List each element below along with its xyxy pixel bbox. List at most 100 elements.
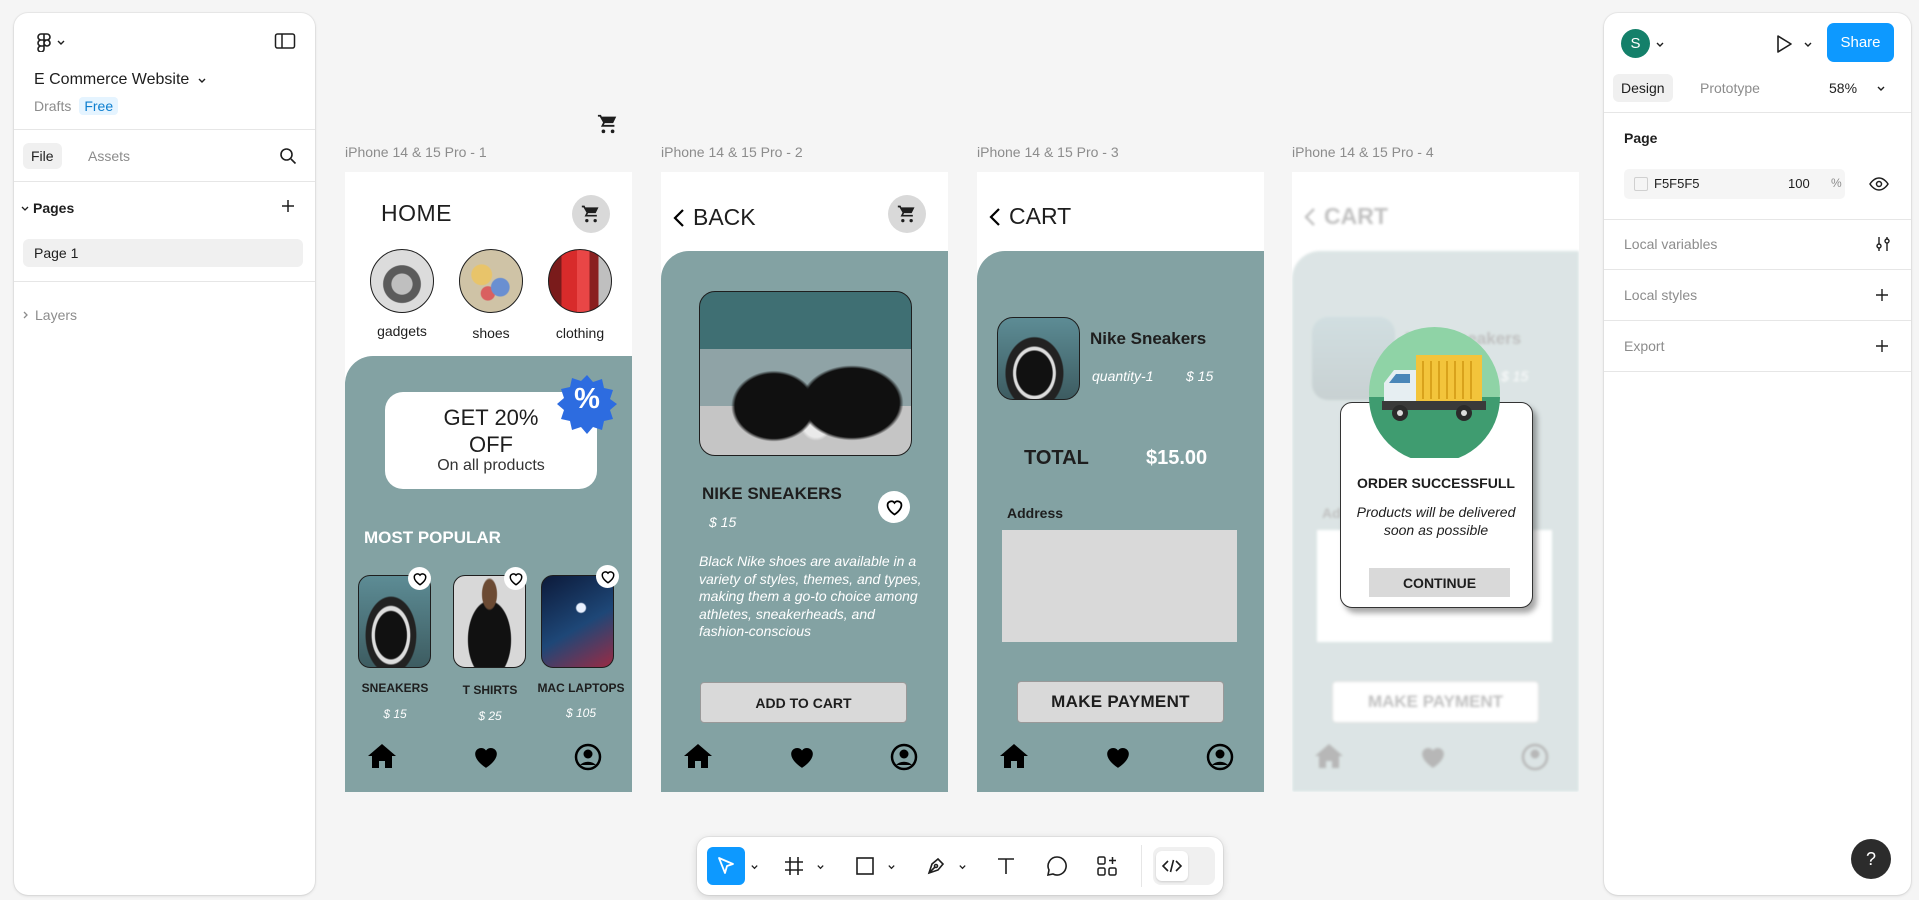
tab-file[interactable]: File [23,143,62,169]
frame-label[interactable]: iPhone 14 & 15 Pro - 1 [345,144,487,160]
pages-header: Pages [33,200,75,216]
home-nav-icon[interactable] [999,743,1029,769]
present-options-dropdown[interactable] [1803,39,1813,49]
add-style-icon[interactable] [1874,287,1890,303]
main-menu-button[interactable] [36,32,66,52]
profile-nav-icon[interactable] [890,743,918,771]
file-location[interactable]: Drafts [34,98,71,114]
total-label: TOTAL [1024,447,1089,469]
favorite-button[interactable] [878,491,910,523]
product-price: $ 15 [383,707,407,721]
make-payment-button[interactable]: MAKE PAYMENT [1017,681,1224,723]
dev-mode-toggle[interactable] [1153,847,1215,885]
zoom-dropdown[interactable] [1876,83,1886,93]
color-swatch[interactable] [1634,177,1648,191]
sidebar-toggle-icon[interactable] [274,32,296,50]
shape-tool-dropdown[interactable] [884,847,898,885]
actions-tool-button[interactable] [1090,847,1124,885]
file-name: E Commerce Website [34,71,190,88]
user-menu[interactable]: S [1621,29,1665,58]
text-tool-button[interactable] [989,847,1023,885]
search-icon[interactable] [279,147,297,165]
frame-tool-button[interactable] [777,847,811,885]
plan-badge: Free [79,97,119,115]
home-title: HOME [381,200,452,226]
favorite-button[interactable] [504,567,527,590]
category-image-gadgets[interactable] [370,249,434,313]
heart-outline-icon [508,572,524,586]
frame-label[interactable]: iPhone 14 & 15 Pro - 3 [977,144,1119,160]
frame-product-detail[interactable]: BACK NIKE SNEAKERS $ 15 Black Nike shoes… [661,172,948,792]
file-name-button[interactable]: E Commerce Website [34,71,207,89]
right-panel: S Share Design Prototype 58% Page F5F5F5… [1604,13,1911,895]
favorite-button[interactable] [408,567,431,590]
export-label: Export [1624,338,1665,354]
back-button[interactable]: CART [989,203,1071,230]
add-export-icon[interactable] [1874,338,1890,354]
comment-tool-button[interactable] [1040,847,1074,885]
play-icon[interactable] [1774,33,1794,55]
shape-tool-button[interactable] [848,847,882,885]
frame-home[interactable]: HOME gadgets shoes clothing GET 20% OFF … [345,172,632,792]
add-page-icon[interactable] [280,198,296,214]
total-value: $15.00 [1146,447,1208,469]
frame-label[interactable]: iPhone 14 & 15 Pro - 2 [661,144,803,160]
tab-design[interactable]: Design [1613,74,1673,102]
favorite-button[interactable] [596,565,619,588]
frame-cart[interactable]: CART Nike Sneakers quantity-1 $ 15 TOTAL… [977,172,1264,792]
variables-icon[interactable] [1874,235,1892,253]
avatar: S [1621,29,1650,58]
frame-order-success[interactable]: CART Nike Sneakers $ 15 Ad MAKE PAYMENT … [1292,172,1579,792]
profile-nav-icon[interactable] [1206,743,1234,771]
cart-item-price: $ 15 [1186,368,1214,384]
back-button[interactable]: BACK [673,204,756,231]
page-item-page-1[interactable]: Page 1 [23,239,303,267]
page-color-field[interactable]: F5F5F5 100 % [1624,169,1845,199]
share-button[interactable]: Share [1827,23,1894,62]
chevron-down-icon [1803,39,1813,49]
chevron-left-icon [1304,207,1316,227]
tab-assets[interactable]: Assets [88,148,130,164]
text-icon [996,856,1016,876]
pages-section-toggle[interactable]: Pages [21,200,74,216]
category-label: shoes [472,325,510,341]
page-color-hex[interactable]: F5F5F5 [1654,176,1700,191]
zoom-level[interactable]: 58% [1829,80,1857,96]
move-tool-dropdown[interactable] [747,847,761,885]
address-label: Ad [1322,505,1341,521]
favorites-nav-icon[interactable] [789,745,815,769]
pen-tool-dropdown[interactable] [955,847,969,885]
layers-header: Layers [35,307,78,323]
layers-section-toggle[interactable]: Layers [21,307,77,323]
move-tool-button[interactable] [707,847,745,885]
page-opacity-value[interactable]: 100 [1788,176,1810,191]
eye-icon[interactable] [1869,174,1889,194]
heart-outline-icon [600,570,616,584]
help-button[interactable]: ? [1851,839,1891,879]
product-image-mac-laptops[interactable] [541,575,614,668]
components-icon [1096,855,1118,877]
category-image-clothing[interactable] [548,249,612,313]
frame-tool-dropdown[interactable] [813,847,827,885]
continue-button[interactable]: CONTINUE [1369,568,1510,597]
favorites-nav-icon[interactable] [473,745,499,769]
local-styles-label: Local styles [1624,287,1698,303]
add-to-cart-button[interactable]: ADD TO CART [700,682,907,723]
chevron-down-icon [21,204,29,212]
home-nav-icon[interactable] [367,743,397,769]
bottom-toolbar [697,837,1223,895]
tab-prototype[interactable]: Prototype [1700,80,1760,96]
cart-title: CART [1009,203,1072,229]
cart-icon [581,204,601,224]
frame-label[interactable]: iPhone 14 & 15 Pro - 4 [1292,144,1434,160]
cart-title: CART [1324,203,1388,229]
favorites-nav-icon[interactable] [1105,745,1131,769]
home-nav-icon[interactable] [683,743,713,769]
product-description: Black Nike shoes are available in a vari… [699,553,922,639]
pen-tool-button[interactable] [919,847,953,885]
cart-button[interactable] [572,195,610,233]
profile-nav-icon[interactable] [574,743,602,771]
address-input[interactable] [1002,530,1237,642]
cart-button[interactable] [888,195,926,233]
category-image-shoes[interactable] [459,249,523,313]
